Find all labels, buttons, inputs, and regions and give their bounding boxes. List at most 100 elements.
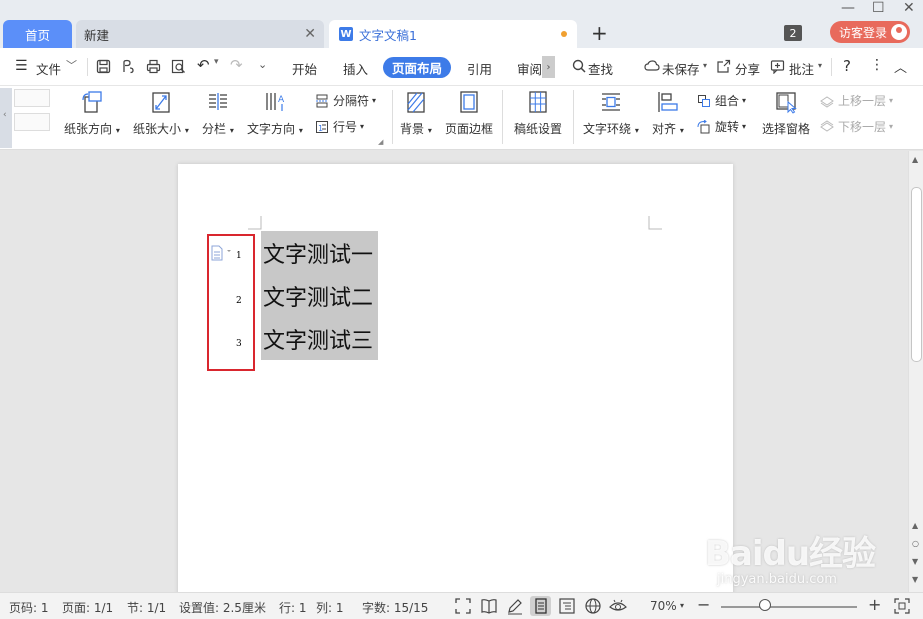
- document-workspace[interactable]: 1 2 3 文字测试一 文字测试二 文字测试三: [0, 151, 908, 592]
- selection-pane-icon: [776, 92, 797, 114]
- margin-corner-mark: [248, 216, 262, 230]
- tab-home[interactable]: 首页: [3, 20, 72, 48]
- help-icon[interactable]: ?: [843, 57, 851, 75]
- document-line[interactable]: 文字测试三: [261, 317, 379, 360]
- paper-size-button[interactable]: 纸张大小 ▾: [133, 90, 189, 137]
- maximize-icon[interactable]: ☐: [872, 0, 885, 16]
- export-pdf-icon[interactable]: [121, 59, 136, 74]
- login-label: 访客登录: [839, 25, 888, 40]
- scroll-up-icon[interactable]: ▲: [912, 155, 918, 164]
- web-view-icon[interactable]: [584, 597, 602, 615]
- status-pages[interactable]: 页面: 1/1: [62, 599, 113, 616]
- paper-orientation-button[interactable]: 纸张方向 ▾: [64, 90, 120, 137]
- text-wrap-button[interactable]: 文字环绕 ▾: [583, 90, 639, 137]
- status-setting[interactable]: 设置值: 2.5厘米: [179, 599, 266, 616]
- unsaved-status[interactable]: 未保存: [662, 59, 700, 78]
- zoom-dropdown-icon[interactable]: ▾: [680, 601, 684, 610]
- margin-spinner[interactable]: [14, 113, 50, 131]
- background-button[interactable]: 背景 ▾: [400, 90, 432, 137]
- menu-page-layout[interactable]: 页面布局: [383, 57, 451, 78]
- status-word-count[interactable]: 字数: 15/15: [362, 599, 428, 616]
- text-direction-label: 文字方向: [247, 122, 296, 136]
- scroll-up-icon[interactable]: ▲: [912, 521, 918, 530]
- share-icon[interactable]: [716, 59, 731, 74]
- zoom-slider-thumb[interactable]: [759, 599, 771, 611]
- menu-review[interactable]: 审阅: [517, 59, 542, 78]
- hamburger-icon[interactable]: ☰: [15, 58, 28, 74]
- edit-mode-icon[interactable]: [506, 597, 524, 615]
- menu-share[interactable]: 分享: [735, 59, 760, 78]
- close-window-icon[interactable]: ✕: [903, 0, 915, 16]
- page-border-button[interactable]: 页面边框: [445, 90, 493, 137]
- more-options-icon[interactable]: ⋮: [870, 57, 884, 73]
- menu-comment[interactable]: 批注: [789, 59, 814, 78]
- columns-label: 分栏: [202, 122, 227, 136]
- window-count-badge[interactable]: 2: [784, 25, 802, 41]
- status-section[interactable]: 节: 1/1: [127, 599, 166, 616]
- group-button[interactable]: 组合 ▾: [697, 92, 746, 109]
- close-tab-icon[interactable]: ✕: [304, 26, 316, 42]
- unsaved-dropdown-icon[interactable]: ▾: [703, 61, 707, 70]
- manuscript-settings-button[interactable]: 稿纸设置: [514, 90, 562, 137]
- document-line[interactable]: 文字测试二: [261, 274, 379, 317]
- print-preview-icon[interactable]: [171, 59, 186, 74]
- align-button[interactable]: 对齐 ▾: [652, 90, 684, 137]
- menu-insert[interactable]: 插入: [343, 59, 368, 78]
- zoom-in-icon[interactable]: +: [868, 595, 881, 614]
- text-direction-button[interactable]: A 文字方向 ▾: [247, 90, 303, 137]
- new-tab-button[interactable]: +: [591, 21, 608, 45]
- background-label: 背景: [400, 122, 425, 136]
- save-icon[interactable]: [96, 59, 111, 74]
- undo-icon[interactable]: ↶: [197, 56, 210, 74]
- menu-home[interactable]: 开始: [292, 59, 317, 78]
- zoom-level[interactable]: 70%: [650, 599, 677, 613]
- fullscreen-icon[interactable]: [454, 597, 472, 615]
- fit-window-icon[interactable]: [893, 597, 911, 615]
- minimize-icon[interactable]: —: [841, 0, 855, 16]
- zoom-slider-track[interactable]: [721, 606, 857, 608]
- comment-dropdown-icon[interactable]: ▾: [818, 61, 822, 70]
- collapse-ribbon-icon[interactable]: ︿: [894, 57, 907, 76]
- zoom-out-icon[interactable]: −: [697, 595, 710, 614]
- menu-find[interactable]: 查找: [588, 59, 613, 78]
- menu-more-arrow-icon[interactable]: ›: [542, 56, 555, 78]
- select-browse-object-icon[interactable]: ○: [912, 539, 919, 548]
- menu-file[interactable]: 文件: [36, 59, 61, 78]
- ribbon-scroll-left[interactable]: ‹: [0, 88, 12, 148]
- print-icon[interactable]: [146, 59, 161, 74]
- margin-spinner[interactable]: [14, 89, 50, 107]
- rotate-button[interactable]: 旋转 ▾: [697, 118, 746, 135]
- status-column[interactable]: 列: 1: [316, 599, 344, 616]
- dialog-launcher-icon[interactable]: ◢: [378, 138, 383, 146]
- svg-text:A: A: [278, 95, 285, 105]
- document-page[interactable]: 1 2 3 文字测试一 文字测试二 文字测试三: [178, 164, 733, 592]
- vertical-scrollbar[interactable]: ▲ ▲ ○ ▼ ▼: [908, 151, 923, 592]
- scrollbar-thumb[interactable]: [911, 187, 922, 362]
- scroll-down-icon[interactable]: ▼: [912, 575, 918, 584]
- columns-button[interactable]: 分栏 ▾: [202, 90, 234, 137]
- chevron-down-icon[interactable]: ﹀: [66, 57, 77, 73]
- outline-view-icon[interactable]: [558, 597, 576, 615]
- tab-new[interactable]: 新建 ✕: [76, 20, 324, 48]
- bring-forward-button: 上移一层 ▾: [820, 92, 893, 109]
- line-number-button[interactable]: 1 行号 ▾: [315, 118, 364, 135]
- selection-pane-button[interactable]: 选择窗格: [762, 90, 810, 137]
- search-icon[interactable]: [572, 59, 586, 73]
- bring-forward-label: 上移一层: [838, 94, 887, 108]
- tab-document[interactable]: W 文字文稿1: [329, 20, 577, 48]
- status-page-number[interactable]: 页码: 1: [9, 599, 49, 616]
- document-line[interactable]: 文字测试一: [261, 231, 379, 274]
- undo-dropdown-icon[interactable]: ▾: [214, 57, 219, 67]
- eye-protection-icon[interactable]: [609, 597, 627, 615]
- read-mode-icon[interactable]: [480, 597, 498, 615]
- status-row[interactable]: 行: 1: [279, 599, 307, 616]
- scroll-down-icon[interactable]: ▼: [912, 557, 918, 566]
- menu-references[interactable]: 引用: [467, 59, 492, 78]
- page-view-icon[interactable]: [532, 597, 550, 615]
- customize-toolbar-icon[interactable]: ⌄: [258, 58, 267, 71]
- login-button[interactable]: 访客登录: [830, 21, 910, 43]
- line-number-callout: [207, 234, 255, 371]
- divider: [831, 58, 832, 76]
- separator-button[interactable]: 分隔符 ▾: [315, 92, 376, 109]
- comment-icon[interactable]: [770, 59, 785, 74]
